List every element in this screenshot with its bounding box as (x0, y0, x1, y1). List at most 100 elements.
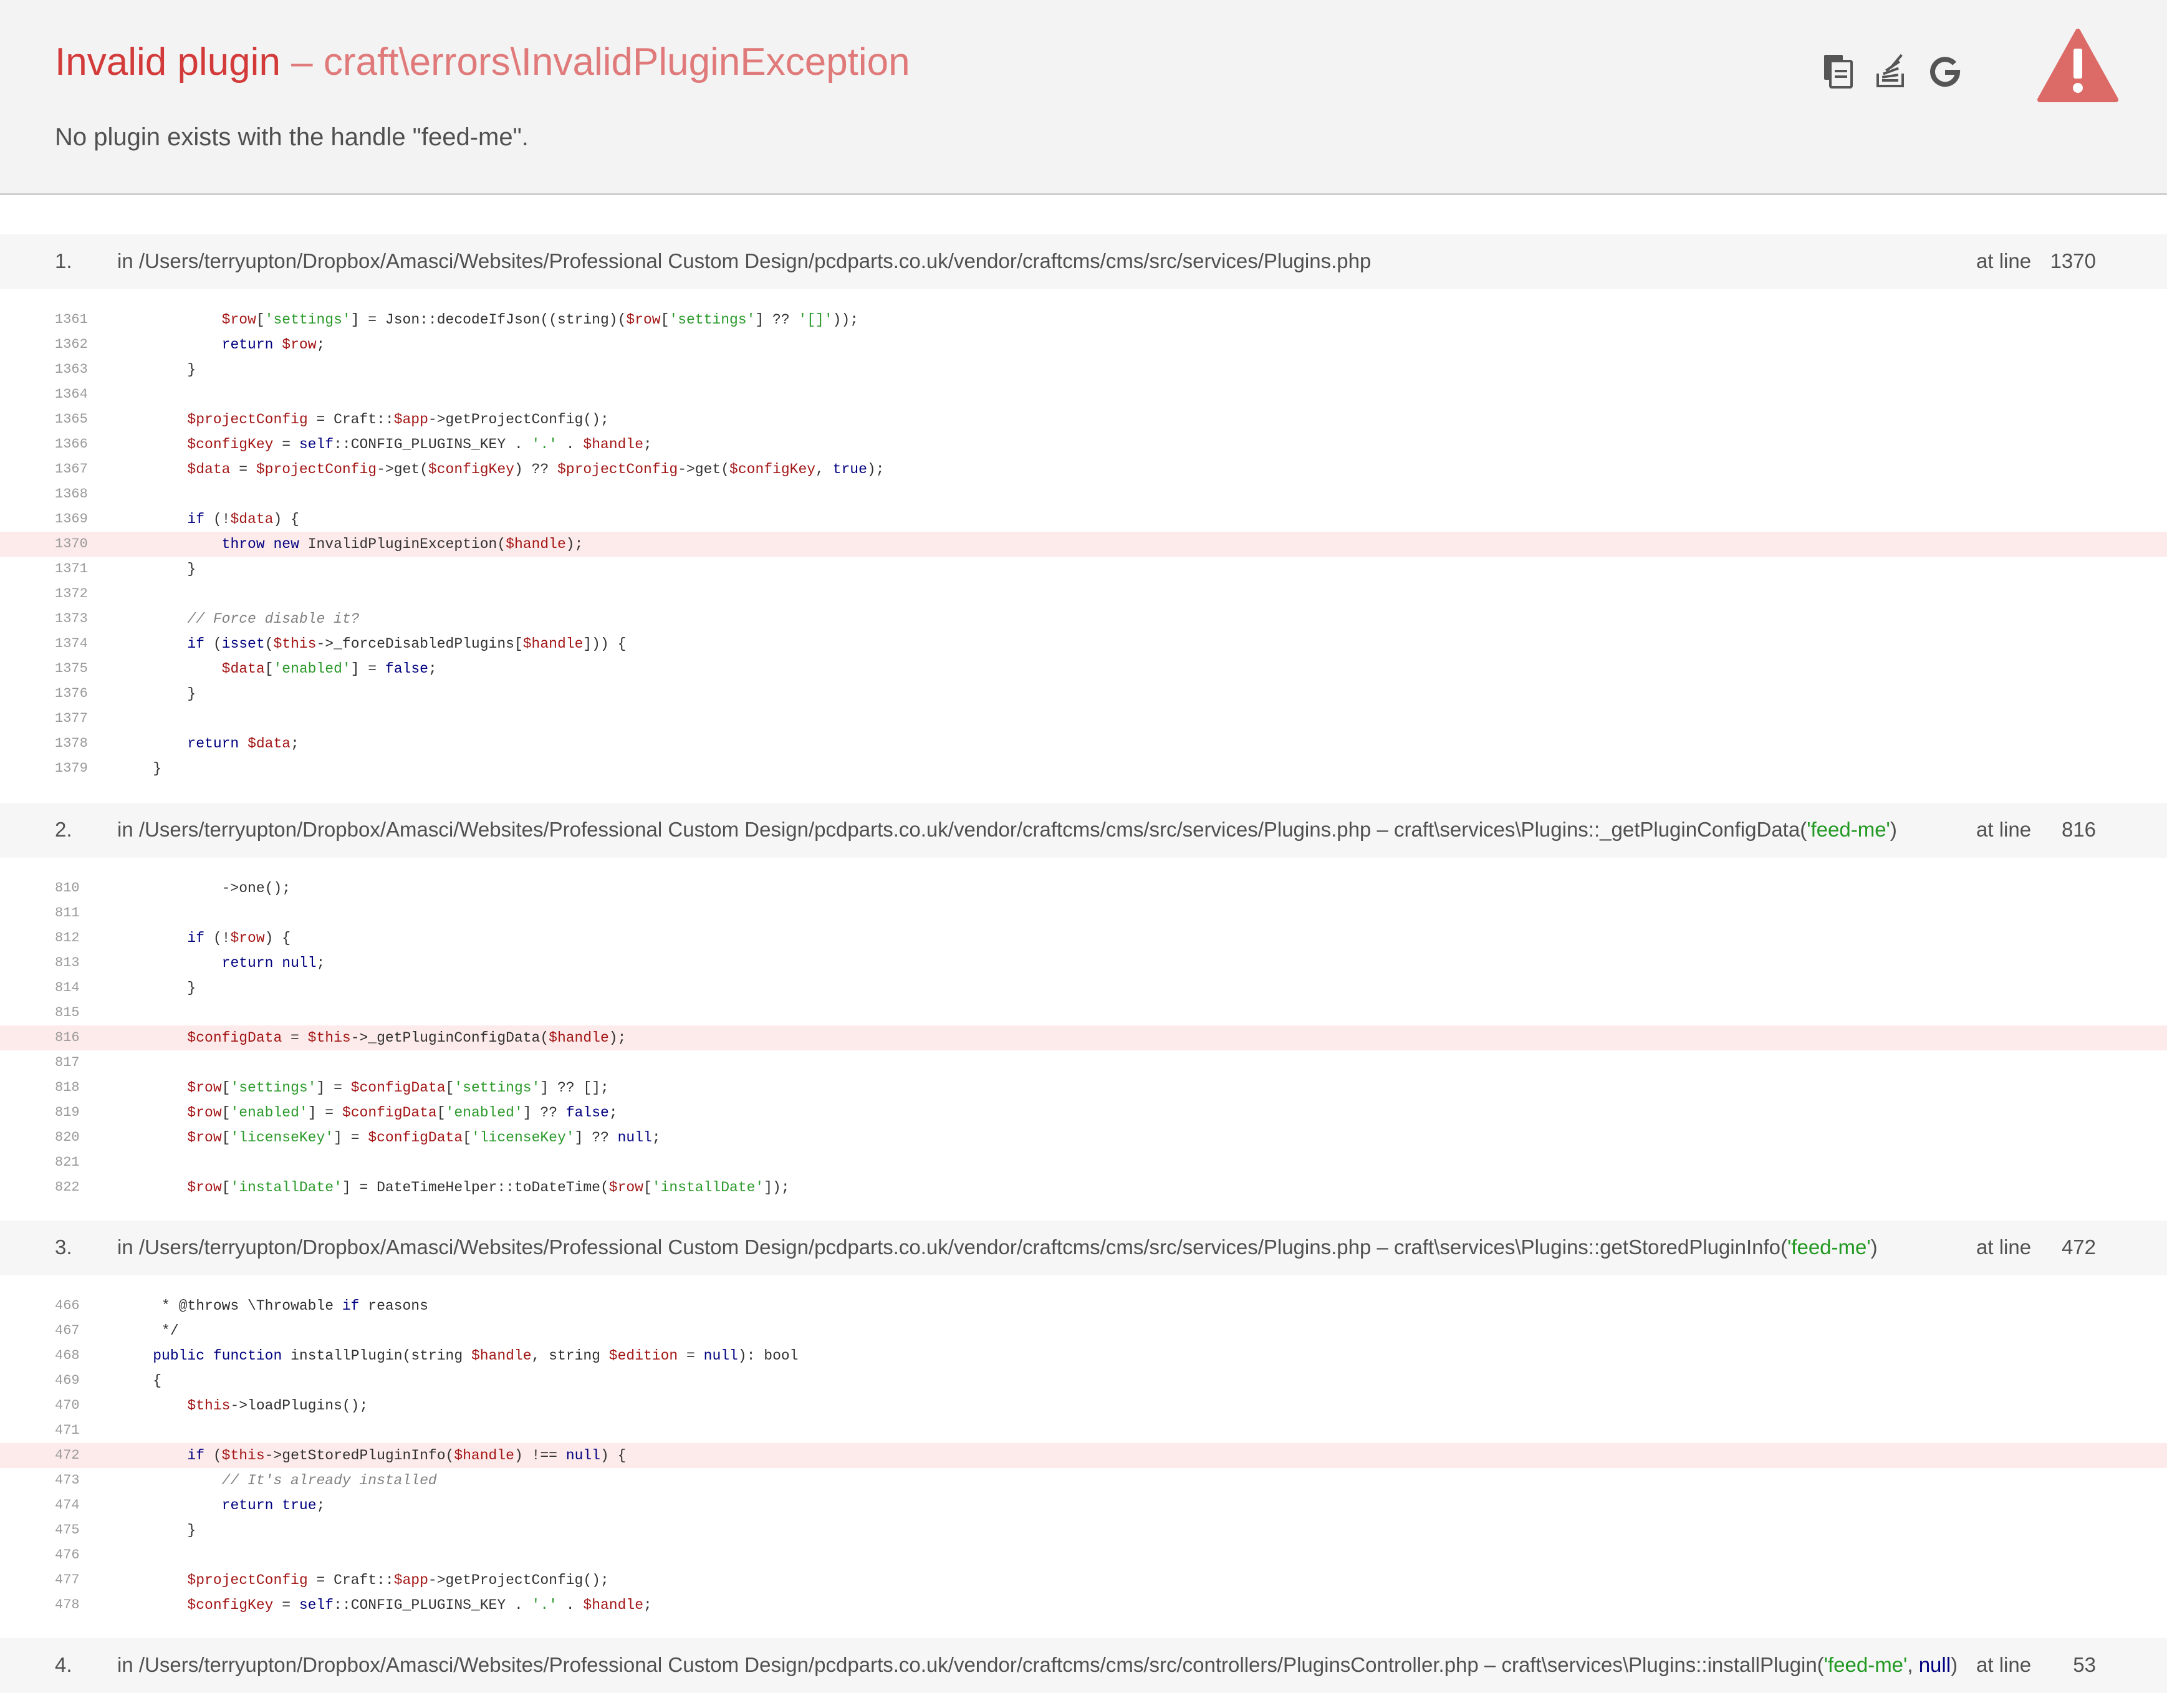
file-path: in /Users/terryupton/Dropbox/Amasci/Webs… (117, 249, 1372, 272)
code-line-text: { (118, 1373, 162, 1389)
at-line-label: at line (1976, 818, 2032, 841)
frame-path: in /Users/terryupton/Dropbox/Amasci/Webs… (117, 249, 1371, 273)
code-line: 819 $row['enabled'] = $configData['enabl… (0, 1100, 2167, 1125)
code-line-text: $row['settings'] = $configData['settings… (187, 1080, 609, 1096)
code-line: 817 (0, 1050, 2167, 1075)
code-line-number: 1367 (55, 461, 88, 477)
code-line-number: 476 (55, 1547, 80, 1563)
code-line-number: 1375 (55, 661, 88, 676)
code-line-number: 810 (55, 880, 80, 896)
code-line-number: 466 (55, 1298, 80, 1313)
code-line-number: 1370 (55, 536, 88, 552)
call-argument: 'feed-me' (1807, 818, 1890, 841)
at-line-label: at line (1976, 1653, 2032, 1676)
file-path: in /Users/terryupton/Dropbox/Amasci/Webs… (117, 818, 1372, 841)
google-icon[interactable] (1926, 52, 1964, 90)
code-line-number: 1368 (55, 486, 88, 502)
code-line: 1372 (0, 582, 2167, 607)
code-line-number: 1378 (55, 736, 88, 751)
at-line-label: at line (1976, 249, 2032, 272)
call-close-paren: ) (1951, 1653, 1958, 1676)
code-line: 810 ->one(); (0, 876, 2167, 901)
code-line: 1365 $projectConfig = Craft::$app->getPr… (0, 407, 2167, 432)
line-number: 472 (2061, 1235, 2096, 1259)
error-message: No plugin exists with the handle "feed-m… (55, 123, 529, 151)
code-line-number: 1362 (55, 337, 88, 352)
code-line: 1367 $data = $projectConfig->get($config… (0, 457, 2167, 482)
code-line-number: 1379 (55, 760, 88, 776)
code-line-text: } (118, 686, 196, 702)
code-line-number: 812 (55, 930, 80, 946)
code-line-number: 478 (55, 1597, 80, 1613)
code-line-text: return $row; (221, 337, 325, 353)
code-line: 1362 return $row; (0, 332, 2167, 357)
code-line: 473 // It's already installed (0, 1468, 2167, 1493)
code-line-number: 477 (55, 1572, 80, 1588)
code-line: 476 (0, 1543, 2167, 1568)
code-line-number: 821 (55, 1154, 80, 1170)
stackoverflow-icon[interactable] (1873, 52, 1910, 90)
code-line: 812 if (!$row) { (0, 926, 2167, 951)
code-line-text: $data['enabled'] = false; (221, 661, 437, 677)
code-snippet: 810 ->one(); 811 812 if (!$row) {813 retur… (0, 876, 2167, 1200)
code-line: 1375 $data['enabled'] = false; (0, 656, 2167, 681)
code-line-text: $row['settings'] = Json::decodeIfJson((s… (221, 312, 859, 328)
code-line-text: return true; (221, 1497, 325, 1514)
page-title: Invalid plugin – craft\errors\InvalidPlu… (55, 40, 910, 84)
line-number: 816 (2061, 818, 2096, 841)
code-line-number: 1374 (55, 636, 88, 651)
code-line-number: 470 (55, 1398, 80, 1413)
code-line: 1373 // Force disable it? (0, 607, 2167, 631)
code-line: 1364 (0, 382, 2167, 407)
stack-frame-header[interactable]: 3. in /Users/terryupton/Dropbox/Amasci/W… (0, 1221, 2167, 1275)
stack-frame-header[interactable]: 1. in /Users/terryupton/Dropbox/Amasci/W… (0, 234, 2167, 289)
code-line-number: 1363 (55, 362, 88, 377)
code-snippet: 1361 $row['settings'] = Json::decodeIfJs… (0, 307, 2167, 781)
code-line-text: */ (118, 1323, 179, 1339)
stack-frame-header[interactable]: 2. in /Users/terryupton/Dropbox/Amasci/W… (0, 803, 2167, 858)
call-close-paren: ) (1890, 818, 1897, 841)
code-line: 820 $row['licenseKey'] = $configData['li… (0, 1125, 2167, 1150)
code-line: 1378 return $data; (0, 731, 2167, 756)
code-line-text: if ($this->getStoredPluginInfo($handle) … (187, 1447, 627, 1464)
frame-number: 2. (55, 818, 72, 841)
stack-frame-header[interactable]: 4. in /Users/terryupton/Dropbox/Amasci/W… (0, 1638, 2167, 1693)
code-line-text: public function installPlugin(string $ha… (153, 1348, 799, 1364)
code-line-number: 813 (55, 955, 80, 971)
code-line-number: 469 (55, 1373, 80, 1388)
code-line-number: 1369 (55, 511, 88, 527)
code-line-number: 1373 (55, 611, 88, 626)
code-line-text: $row['licenseKey'] = $configData['licens… (187, 1130, 661, 1146)
code-line-number: 475 (55, 1522, 80, 1538)
code-line-text: return null; (221, 955, 325, 971)
code-line-text: if (!$data) { (187, 511, 299, 527)
code-line: 478 $configKey = self::CONFIG_PLUGINS_KE… (0, 1593, 2167, 1618)
code-line-text: $configData = $this->_getPluginConfigDat… (187, 1030, 627, 1046)
code-line: 470 $this->loadPlugins(); (0, 1393, 2167, 1418)
code-line: 816 $configData = $this->_getPluginConfi… (0, 1025, 2167, 1050)
copy-icon[interactable] (1820, 52, 1858, 90)
code-line-text: } (118, 980, 196, 996)
code-line: 1366 $configKey = self::CONFIG_PLUGINS_K… (0, 432, 2167, 457)
code-line-number: 817 (55, 1055, 80, 1070)
error-header: Invalid plugin – craft\errors\InvalidPlu… (0, 0, 2167, 195)
code-line-number: 471 (55, 1423, 80, 1438)
code-line-number: 1371 (55, 561, 88, 577)
code-line-text: } (118, 561, 196, 577)
code-line-text: if (!$row) { (187, 930, 291, 946)
code-line: 1368 (0, 482, 2167, 507)
code-line: 813 return null; (0, 951, 2167, 976)
code-line-text: if (isset($this->_forceDisabledPlugins[$… (187, 636, 627, 652)
line-number: 53 (2073, 1653, 2096, 1676)
frame-path: in /Users/terryupton/Dropbox/Amasci/Webs… (117, 818, 1897, 842)
frame-call: – craft\services\Plugins::_getPluginConf… (1371, 818, 1807, 841)
frame-call: – craft\services\Plugins::getStoredPlugi… (1371, 1235, 1787, 1259)
code-line-text: // Force disable it? (187, 611, 360, 627)
file-path: in /Users/terryupton/Dropbox/Amasci/Webs… (117, 1653, 1479, 1676)
code-line-text: return $data; (187, 736, 299, 752)
code-line: 477 $projectConfig = Craft::$app->getPro… (0, 1568, 2167, 1593)
code-line-text: $configKey = self::CONFIG_PLUGINS_KEY . … (187, 1597, 652, 1613)
code-line: 475 } (0, 1518, 2167, 1543)
code-line-number: 1376 (55, 686, 88, 701)
code-line: 1370 throw new InvalidPluginException($h… (0, 532, 2167, 557)
